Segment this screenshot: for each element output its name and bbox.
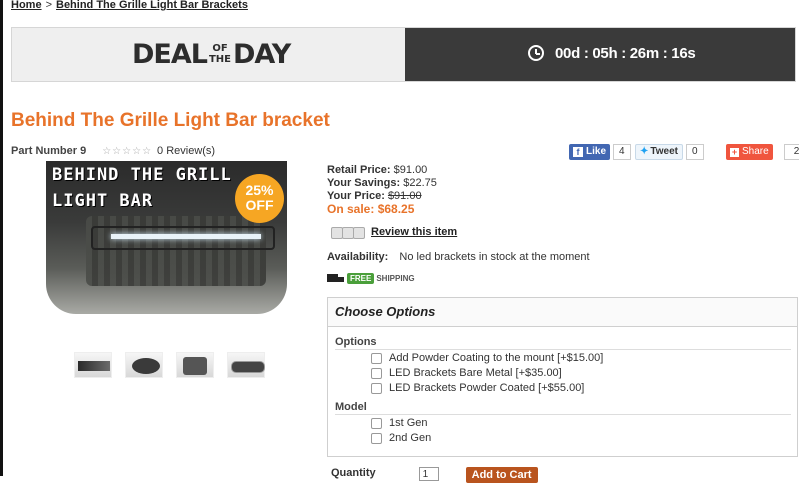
- deal-of-the-day-logo: DEAL OF THE DAY: [132, 38, 291, 70]
- review-this-item-link[interactable]: Review this item: [371, 226, 457, 238]
- availability-row: Availability: No led brackets in stock a…: [327, 251, 590, 263]
- thumbnail-1[interactable]: [74, 352, 112, 378]
- countdown-panel: 00d : 05h : 26m : 16s: [405, 28, 795, 81]
- retail-price-row: Retail Price: $91.00: [327, 164, 437, 177]
- share-label: Share: [742, 146, 769, 157]
- checkbox[interactable]: [371, 352, 382, 364]
- choose-options-header: Choose Options: [328, 298, 797, 327]
- free-shipping-text: SHIPPING: [376, 273, 415, 283]
- sale-price-value: $68.25: [377, 202, 415, 216]
- deal-word: DEAL: [132, 38, 208, 70]
- thumbnail-2[interactable]: [125, 352, 163, 378]
- add-to-cart-button[interactable]: Add to Cart: [465, 467, 538, 483]
- options-group-label: Options: [335, 336, 377, 348]
- left-edge-rule: [0, 0, 3, 476]
- thumbnail-4[interactable]: [227, 352, 265, 378]
- deal-the-word: THE: [208, 54, 231, 65]
- tweet-label: Tweet: [650, 146, 678, 157]
- share-button[interactable]: + Share: [726, 144, 773, 160]
- checkbox[interactable]: [371, 382, 382, 394]
- checkbox[interactable]: [371, 417, 382, 429]
- retail-price-value: $91.00: [393, 164, 428, 176]
- option-label: Add Powder Coating to the mount [+$15.00…: [389, 352, 604, 364]
- option-powder-coating[interactable]: Add Powder Coating to the mount [+$15.00…: [371, 352, 603, 364]
- your-price-value: $91.00: [387, 190, 422, 202]
- option-label: 2nd Gen: [389, 432, 432, 444]
- quantity-label: Quantity: [331, 467, 376, 479]
- free-shipping-free: FREE: [347, 272, 375, 284]
- discount-badge: 25% OFF: [235, 174, 284, 223]
- savings-row: Your Savings: $22.75: [327, 177, 437, 190]
- deal-title-panel: DEAL OF THE DAY: [12, 28, 405, 81]
- image-caption-line1: BEHIND THE GRILL: [52, 165, 232, 185]
- thumbnail-strip: [74, 352, 265, 378]
- your-price-label: Your Price:: [327, 190, 385, 202]
- purchase-row: Quantity 1 Add to Cart: [331, 467, 538, 483]
- option-2nd-gen[interactable]: 2nd Gen: [371, 432, 431, 444]
- choose-options-panel: Choose Options Options Add Powder Coatin…: [327, 297, 798, 457]
- checkbox[interactable]: [371, 432, 382, 444]
- savings-value: $22.75: [403, 177, 437, 189]
- rating-stars-icon: ☆☆☆☆☆: [102, 145, 153, 157]
- review-checkmark-icon: [331, 226, 365, 239]
- tweet-widget: ✦ Tweet 0: [635, 144, 704, 160]
- facebook-like-widget: f Like 4: [569, 144, 631, 160]
- discount-badge-percent: 25%: [245, 182, 274, 198]
- option-label: LED Brackets Bare Metal [+$35.00]: [389, 367, 562, 379]
- twitter-bird-icon: ✦: [640, 146, 649, 157]
- option-1st-gen[interactable]: 1st Gen: [371, 417, 428, 429]
- thumbnail-3[interactable]: [176, 352, 214, 378]
- option-label: LED Brackets Powder Coated [+$55.00]: [389, 382, 585, 394]
- breadcrumb-separator: >: [45, 0, 52, 11]
- breadcrumb-home-link[interactable]: Home: [11, 0, 42, 11]
- sale-price-label: On sale:: [327, 202, 375, 216]
- product-title: Behind The Grille Light Bar bracket: [11, 110, 330, 131]
- checkbox[interactable]: [371, 367, 382, 379]
- part-number: Part Number 9: [11, 145, 87, 157]
- discount-badge-off: OFF: [245, 197, 274, 213]
- facebook-like-label: Like: [586, 146, 607, 157]
- review-count: 0 Review(s): [157, 145, 216, 157]
- options-group-divider: [335, 349, 791, 350]
- review-item-row: Review this item: [331, 226, 457, 239]
- facebook-like-count: 4: [613, 144, 631, 160]
- deal-of-the-day-banner[interactable]: DEAL OF THE DAY 00d : 05h : 26m : 16s: [11, 27, 796, 82]
- price-block: Retail Price: $91.00 Your Savings: $22.7…: [327, 164, 437, 216]
- sale-price-row: On sale: $68.25: [327, 203, 437, 216]
- tweet-button[interactable]: ✦ Tweet: [635, 144, 683, 160]
- share-plus-icon: +: [730, 146, 739, 157]
- option-bare-metal[interactable]: LED Brackets Bare Metal [+$35.00]: [371, 367, 562, 379]
- share-count: 2: [783, 144, 799, 160]
- product-main-image[interactable]: BEHIND THE GRILL LIGHT BAR 25% OFF: [46, 161, 287, 314]
- quantity-input[interactable]: 1: [418, 467, 439, 481]
- clock-icon: [528, 45, 544, 61]
- facebook-icon: f: [573, 147, 583, 157]
- option-powder-coated[interactable]: LED Brackets Powder Coated [+$55.00]: [371, 382, 584, 394]
- breadcrumb: Home > Behind The Grille Light Bar Bracket…: [11, 0, 248, 11]
- share-widget: + Share 2: [726, 144, 799, 160]
- deal-of-word: OF: [212, 43, 228, 54]
- option-label: 1st Gen: [389, 417, 428, 429]
- tweet-count: 0: [686, 144, 704, 160]
- model-group-divider: [335, 414, 791, 415]
- availability-label: Availability:: [327, 251, 389, 263]
- model-group-label: Model: [335, 401, 367, 413]
- light-bar-graphic: [111, 234, 261, 239]
- day-word: DAY: [233, 38, 291, 70]
- image-caption-line2: LIGHT BAR: [52, 191, 154, 211]
- free-shipping-badge: FREE SHIPPING: [327, 270, 415, 286]
- countdown-timer: 00d : 05h : 26m : 16s: [555, 45, 696, 62]
- savings-label: Your Savings:: [327, 177, 401, 189]
- part-number-row: Part Number 9 ☆☆☆☆☆ 0 Review(s): [11, 145, 215, 157]
- retail-price-label: Retail Price:: [327, 164, 391, 176]
- availability-value: No led brackets in stock at the moment: [399, 251, 590, 263]
- deal-of-the: OF THE: [209, 43, 231, 65]
- truck-icon: [327, 270, 345, 286]
- breadcrumb-current-link[interactable]: Behind The Grille Light Bar Brackets: [56, 0, 248, 11]
- facebook-like-button[interactable]: f Like: [569, 144, 611, 160]
